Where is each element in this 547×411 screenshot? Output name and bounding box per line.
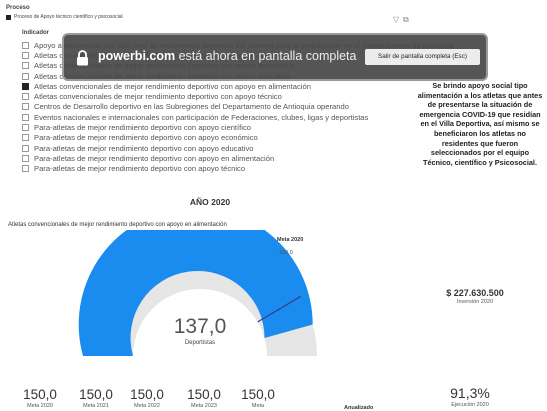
indicator-item[interactable]: Centros de Desarrollo deportivo en las S… (22, 102, 422, 112)
indicator-item-label: Eventos nacionales e internacionales con… (34, 112, 369, 122)
indicator-checkbox[interactable] (22, 82, 29, 90)
indicator-item[interactable]: Para-atletas de mejor rendimiento deport… (22, 143, 422, 153)
fullscreen-text: está ahora en pantalla completa (178, 49, 357, 63)
indicator-item-label: Para-atletas de mejor rendimiento deport… (34, 123, 251, 133)
exit-fullscreen-button[interactable]: Salir de pantalla completa (Esc) (365, 49, 480, 65)
meta-value: 150,0 (187, 387, 221, 402)
indicator-item[interactable]: Para-atletas de mejor rendimiento deport… (22, 164, 422, 174)
indicator-label: Indicador (22, 30, 50, 36)
indicator-checkbox[interactable] (22, 124, 29, 132)
investment-label: Inversión 2020 (456, 299, 494, 305)
indicator-checkbox[interactable] (22, 41, 29, 49)
meta-value: 150,0 (130, 387, 164, 402)
fullscreen-notice: powerbi.com está ahora en pantalla compl… (62, 33, 488, 81)
investment-amount: $ 227.630.500 (446, 288, 504, 298)
process-title: Proceso (6, 5, 30, 11)
indicator-item[interactable]: Para-atletas de mejor rendimiento deport… (22, 153, 422, 163)
meta-value: 150,0 (23, 387, 57, 402)
meta-card-2020: 150,0 Meta 2020 (10, 387, 70, 409)
focus-mode-icon[interactable]: ⧉ (403, 15, 409, 25)
gauge-target-label: Meta 2020 (277, 237, 304, 243)
indicator-checkbox[interactable] (22, 93, 29, 101)
indicator-item[interactable]: Para-atletas de mejor rendimiento deport… (22, 133, 422, 143)
execution-percent: 91,3% (450, 385, 490, 401)
gauge-value: 137,0 (173, 315, 227, 338)
indicator-item-label: Atletas convencionales de mejor rendimie… (34, 81, 311, 91)
meta-label: Meta (251, 403, 265, 409)
meta-card-2023: 150,0 Meta 2023 (174, 387, 234, 409)
indicator-checkbox[interactable] (22, 72, 29, 80)
indicator-item[interactable]: Atletas convencionales de mejor rendimie… (22, 91, 422, 101)
meta-card-2022: 150,0 Meta 2022 (117, 387, 177, 409)
indicator-item[interactable]: Eventos nacionales e internacionales con… (22, 112, 422, 122)
gauge-sublabel: Deportistas (184, 340, 216, 346)
meta-card-total: 150,0 Meta (228, 387, 288, 409)
indicator-item-label: Centros de Desarrollo deportivo en las S… (34, 102, 349, 112)
indicator-checkbox[interactable] (22, 51, 29, 59)
indicator-checkbox[interactable] (22, 103, 29, 111)
execution-label: Ejecución 2020 (451, 402, 489, 408)
annualized-label: Anualizado (344, 405, 374, 411)
gauge-target-value: 150,0 (279, 250, 293, 256)
indicator-checkbox[interactable] (22, 62, 29, 70)
indicator-item[interactable]: Para-atletas de mejor rendimiento deport… (22, 122, 422, 132)
fullscreen-message: powerbi.com está ahora en pantalla compl… (98, 49, 356, 63)
meta-label: Meta 2022 (134, 403, 160, 409)
indicator-checkbox[interactable] (22, 134, 29, 142)
gauge-title: Atletas convencionales de mejor rendimie… (8, 222, 227, 228)
side-note: Se brindo apoyo social tipo alimentación… (417, 81, 543, 167)
legend-swatch (6, 14, 11, 20)
indicator-item-label: Para-atletas de mejor rendimiento deport… (34, 133, 258, 143)
fullscreen-domain: powerbi.com (98, 49, 176, 63)
indicator-checkbox[interactable] (22, 165, 29, 173)
indicator-item-label: Para-atletas de mejor rendimiento deport… (34, 164, 246, 174)
legend-label: Proceso de Apoyo técnico científico y ps… (14, 14, 123, 20)
meta-value: 150,0 (241, 387, 275, 402)
process-legend: Proceso de Apoyo técnico científico y ps… (6, 14, 123, 20)
indicator-checkbox[interactable] (22, 154, 29, 162)
indicator-checkbox[interactable] (22, 113, 29, 121)
meta-label: Meta 2020 (27, 403, 53, 409)
indicator-item-label: Para-atletas de mejor rendimiento deport… (34, 153, 275, 163)
indicator-item-label: Atletas convencionales de mejor rendimie… (34, 92, 282, 102)
indicator-item-label: Para-atletas de mejor rendimiento deport… (34, 143, 254, 153)
filter-icon[interactable]: ▽ (393, 15, 399, 24)
lock-icon (77, 50, 88, 66)
year-title: AÑO 2020 (189, 197, 231, 207)
indicator-item[interactable]: Atletas convencionales de mejor rendimie… (22, 81, 422, 91)
indicator-checkbox[interactable] (22, 144, 29, 152)
meta-label: Meta 2023 (191, 403, 217, 409)
